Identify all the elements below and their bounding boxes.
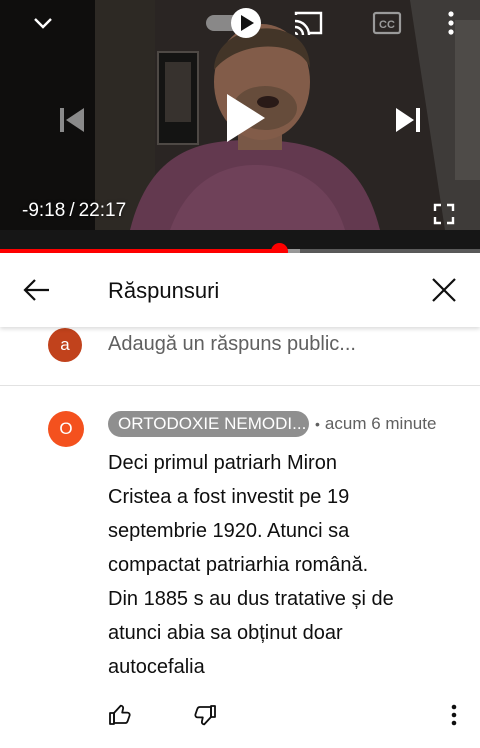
video-duration: 22:17 — [78, 200, 127, 221]
add-reply-row: a Adaugă un răspuns public... — [0, 327, 480, 385]
comment-text: Deci primul patriarh Miron Cristea a fos… — [108, 452, 394, 678]
video-player[interactable]: CC -9:18/22:17 — [0, 0, 480, 253]
like-icon[interactable] — [107, 702, 133, 728]
time-separator: / — [69, 200, 75, 221]
cast-icon[interactable] — [290, 8, 326, 38]
avatar[interactable]: a — [48, 328, 82, 362]
meta-separator: • — [315, 416, 320, 432]
more-vertical-icon[interactable] — [441, 702, 467, 728]
video-timestamp: -9:18/22:17 — [22, 200, 126, 222]
page-title: Răspunsuri — [108, 278, 220, 303]
author-name-chip[interactable]: ORTODOXIE NEMODI... — [108, 411, 309, 437]
comment-timestamp: acum 6 minute — [324, 414, 437, 433]
time-remaining: -9:18 — [22, 200, 66, 221]
previous-icon[interactable] — [52, 100, 92, 140]
replies-header: Răspunsuri — [0, 253, 480, 327]
chevron-down-icon[interactable] — [28, 8, 58, 38]
svg-text:CC: CC — [379, 19, 395, 31]
next-icon[interactable] — [388, 100, 428, 140]
dislike-icon[interactable] — [192, 702, 218, 728]
fullscreen-icon[interactable] — [430, 200, 458, 228]
close-icon[interactable] — [426, 272, 462, 308]
reply-input[interactable]: Adaugă un răspuns public... — [108, 333, 356, 356]
autoplay-toggle-icon[interactable] — [204, 5, 264, 41]
scrubber-handle[interactable] — [271, 243, 289, 253]
comment: O ORTODOXIE NEMODI... • acum 6 minute De… — [0, 386, 480, 748]
more-vertical-icon[interactable] — [438, 8, 464, 38]
author-avatar[interactable]: O — [48, 411, 84, 447]
captions-icon[interactable]: CC — [370, 9, 404, 37]
play-icon[interactable] — [214, 88, 274, 148]
back-arrow-icon[interactable] — [18, 272, 54, 308]
comment-meta: ORTODOXIE NEMODI... • acum 6 minute — [108, 411, 436, 437]
